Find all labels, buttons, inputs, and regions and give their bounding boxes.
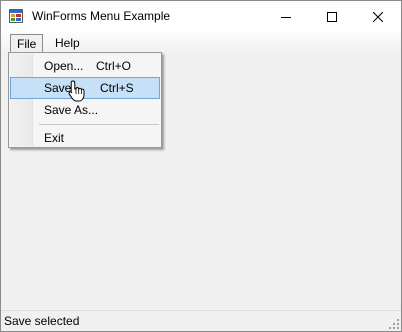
menu-file-label: File	[17, 37, 37, 51]
menu-help[interactable]: Help	[49, 34, 86, 52]
status-text: Save selected	[4, 314, 80, 328]
menu-help-label: Help	[55, 36, 80, 50]
menu-item-label: Exit	[44, 131, 65, 145]
menu-item-open[interactable]: Open... Ctrl+O	[10, 55, 160, 77]
menu-item-label: Save As...	[44, 103, 99, 117]
menu-item-save-as[interactable]: Save As...	[10, 99, 160, 121]
maximize-button[interactable]	[309, 1, 355, 32]
window-title: WinForms Menu Example	[32, 9, 171, 23]
menu-item-exit[interactable]: Exit	[10, 127, 160, 149]
close-button[interactable]	[355, 1, 401, 32]
minimize-button[interactable]	[263, 1, 309, 32]
minimize-icon	[281, 16, 291, 18]
status-bar: Save selected	[1, 310, 401, 331]
title-bar[interactable]: WinForms Menu Example	[1, 1, 401, 32]
app-icon	[9, 9, 23, 23]
menu-item-shortcut: Ctrl+O	[96, 59, 132, 73]
menu-separator	[39, 124, 159, 125]
main-window: WinForms Menu Example File Help Save sel…	[0, 0, 402, 332]
close-icon	[373, 11, 383, 22]
menu-item-label: Open...	[44, 59, 84, 73]
mouse-pointer-hand-icon	[68, 80, 85, 102]
menu-item-shortcut: Ctrl+S	[100, 81, 134, 95]
maximize-icon	[327, 11, 337, 22]
resize-grip-icon[interactable]	[389, 319, 399, 329]
menu-file[interactable]: File	[10, 34, 43, 54]
menu-bar: File Help	[1, 32, 401, 54]
